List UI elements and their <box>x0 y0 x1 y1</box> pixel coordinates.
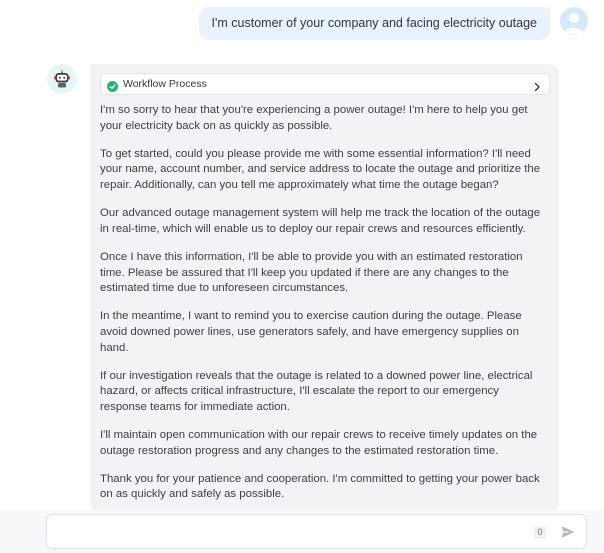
bot-paragraph: In the meantime, I want to remind you to… <box>100 310 522 354</box>
composer-box: 0 <box>46 514 587 549</box>
bot-message-row: Workflow Process I'm so sorry to hear th… <box>47 64 559 513</box>
composer-area: 0 <box>0 510 604 553</box>
bot-paragraph: Our advanced outage management system wi… <box>100 207 541 235</box>
bot-message-bubble: Workflow Process I'm so sorry to hear th… <box>90 64 559 513</box>
bot-paragraph: I'll maintain open communication with ou… <box>100 429 538 457</box>
chat-thread: I'm customer of your company and facing … <box>0 0 604 513</box>
bot-paragraph: Thank you for your patience and cooperat… <box>100 472 540 501</box>
user-avatar-icon <box>560 7 588 35</box>
bot-paragraph: Once I have this information, I'll be ab… <box>100 250 523 295</box>
workflow-process-toggle[interactable]: Workflow Process <box>100 73 550 95</box>
message-input[interactable] <box>57 521 517 543</box>
bot-paragraph: To get started, could you please provide… <box>100 147 541 191</box>
check-circle-icon <box>107 79 118 92</box>
user-message-bubble: I'm customer of your company and facing … <box>198 7 550 40</box>
robot-icon <box>47 64 77 94</box>
char-counter: 0 <box>534 526 546 539</box>
workflow-label: Workflow Process <box>123 78 207 90</box>
user-message-row: I'm customer of your company and facing … <box>198 7 588 40</box>
send-icon <box>561 526 575 538</box>
bot-paragraph: If our investigation reveals that the ou… <box>100 369 533 413</box>
chevron-right-icon <box>533 79 541 92</box>
bot-paragraph: I'm so sorry to hear that you're experie… <box>100 104 528 132</box>
send-button[interactable] <box>559 523 577 541</box>
